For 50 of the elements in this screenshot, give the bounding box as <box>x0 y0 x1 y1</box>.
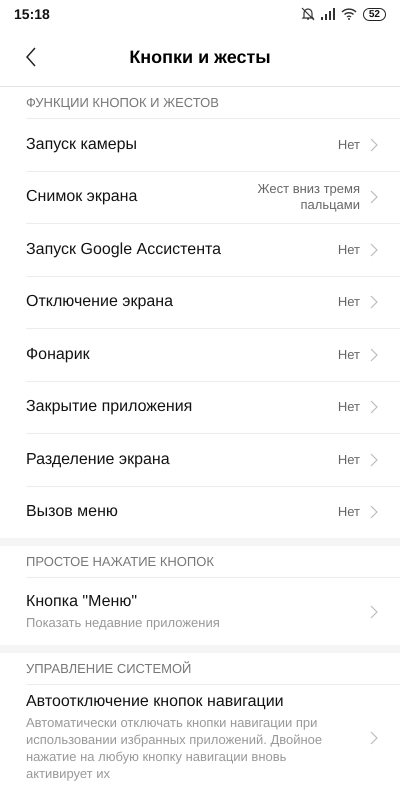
chevron-icon <box>370 138 378 152</box>
settings-row[interactable]: Отключение экрана Нет <box>26 276 400 328</box>
bell-off-icon <box>300 7 315 21</box>
settings-row[interactable]: Запуск Google Ассистента Нет <box>26 223 400 276</box>
row-description: Показать недавние приложения <box>26 614 221 630</box>
settings-row[interactable]: Автоотключение кнопок навигации Автоматически отключать кнопки навигации при использовании избранных приложений. Двойное нажатие на любую кнопку навигации вновь активирует их <box>26 684 400 790</box>
row-value: Нет <box>338 242 360 258</box>
settings-row[interactable]: Вызов меню Нет <box>26 486 400 538</box>
chevron-icon <box>370 400 378 414</box>
row-label: Кнопка "Меню" <box>26 592 138 610</box>
chevron-icon <box>370 190 378 204</box>
row-label: Фонарик <box>26 346 91 364</box>
row-label: Закрытие приложения <box>26 398 194 416</box>
settings-row[interactable]: Разделение экрана Нет <box>26 433 400 486</box>
row-value: Нет <box>338 504 360 520</box>
row-label: Автоотключение кнопок навигации <box>26 693 285 711</box>
settings-row[interactable]: Кнопка "Меню" Показать недавние приложения <box>26 577 400 645</box>
back-icon <box>26 47 36 67</box>
chevron-icon <box>370 452 378 467</box>
row-label: Запуск камеры <box>26 136 138 154</box>
chevron-icon <box>370 348 378 362</box>
page-title: Кнопки и жесты <box>129 46 271 68</box>
row-value: Нет <box>338 452 360 468</box>
settings-row[interactable]: Фонарик Нет <box>26 328 400 380</box>
row-label: Вызов меню <box>26 503 119 522</box>
settings-row[interactable]: Снимок экрана Жест вниз тремя пальцами <box>26 170 400 223</box>
chevron-icon <box>370 242 378 257</box>
chevron-icon <box>370 730 378 744</box>
signal-icon <box>320 8 335 20</box>
settings-row[interactable]: Закрытие приложения Нет <box>26 380 400 433</box>
row-value: Нет <box>338 294 360 310</box>
chevron-icon <box>370 505 378 520</box>
row-label: Отключение экрана <box>26 293 174 312</box>
row-value: Жест вниз тремя пальцами <box>256 181 360 214</box>
row-value: Нет <box>338 136 360 153</box>
chevron-icon <box>370 604 378 618</box>
row-label: Разделение экрана <box>26 450 171 469</box>
row-value: Нет <box>338 399 360 416</box>
wifi-icon <box>340 8 357 20</box>
row-label: Запуск Google Ассистента <box>26 240 222 259</box>
settings-row[interactable]: Запуск камеры Нет <box>26 118 400 170</box>
row-value: Нет <box>338 346 360 363</box>
battery-level: 52 <box>362 8 386 20</box>
row-label: Снимок экрана <box>26 188 138 206</box>
section-header: УПРАВЛЕНИЕ СИСТЕМОЙ <box>25 660 192 678</box>
section-header: ФУНКЦИИ КНОПОК И ЖЕСТОВ <box>25 94 220 112</box>
status-time: 15:18 <box>14 6 50 22</box>
row-description: Автоматически отключать кнопки навигации при использовании избранных приложений. Двойное нажатие на любую кнопку навигации вновь активирует их <box>26 714 324 782</box>
section-header: ПРОСТОЕ НАЖАТИЕ КНОПОК <box>25 553 215 571</box>
chevron-icon <box>370 295 378 310</box>
